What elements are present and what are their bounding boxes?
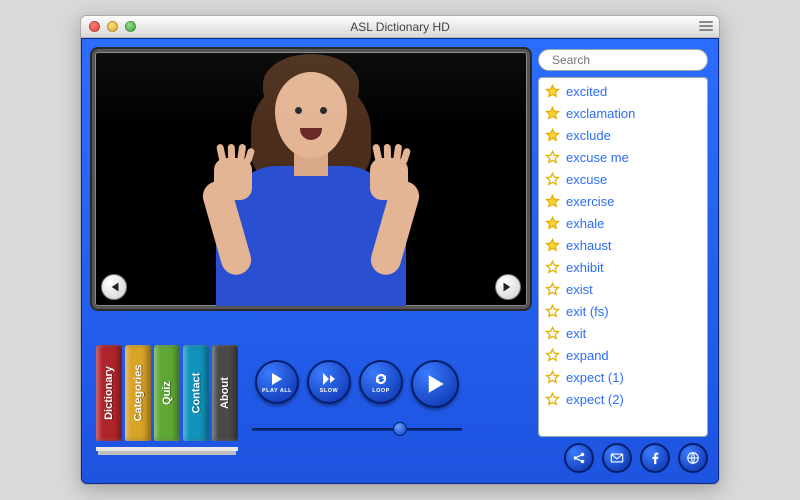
nav-book-quiz[interactable]: Quiz bbox=[154, 345, 180, 441]
favorite-star-icon[interactable] bbox=[545, 150, 560, 165]
menu-icon[interactable] bbox=[699, 19, 713, 33]
word-item[interactable]: exclamation bbox=[539, 102, 707, 124]
playback-controls: PLAY ALL SLOW LOOP bbox=[252, 360, 462, 436]
word-list[interactable]: excited exclamation exclude excuse me excuse… bbox=[538, 77, 708, 437]
word-label: exercise bbox=[566, 194, 614, 209]
favorite-star-icon[interactable] bbox=[545, 348, 560, 363]
nav-book-label: Quiz bbox=[161, 381, 173, 405]
bookshelf-nav: Dictionary Categories Quiz Contact About bbox=[96, 345, 238, 451]
window-title: ASL Dictionary HD bbox=[81, 20, 719, 34]
web-button[interactable] bbox=[678, 443, 708, 473]
favorite-star-icon[interactable] bbox=[545, 370, 560, 385]
favorite-star-icon[interactable] bbox=[545, 216, 560, 231]
loop-label: LOOP bbox=[372, 388, 390, 394]
sidebar: excited exclamation exclude excuse me excuse… bbox=[538, 49, 708, 473]
word-item[interactable]: excuse bbox=[539, 168, 707, 190]
word-item[interactable]: exhale bbox=[539, 212, 707, 234]
favorite-star-icon[interactable] bbox=[545, 304, 560, 319]
word-item[interactable]: excuse me bbox=[539, 146, 707, 168]
loop-button[interactable]: LOOP bbox=[359, 360, 403, 404]
favorite-star-icon[interactable] bbox=[545, 84, 560, 99]
word-label: exist bbox=[566, 282, 593, 297]
video-content bbox=[186, 76, 436, 306]
play-all-button[interactable]: PLAY ALL bbox=[255, 360, 299, 404]
favorite-star-icon[interactable] bbox=[545, 238, 560, 253]
search-input[interactable] bbox=[552, 53, 707, 67]
word-item[interactable]: exclude bbox=[539, 124, 707, 146]
favorite-star-icon[interactable] bbox=[545, 282, 560, 297]
video-player[interactable] bbox=[92, 49, 530, 309]
left-column: Dictionary Categories Quiz Contact About PLA… bbox=[92, 49, 530, 473]
favorite-star-icon[interactable] bbox=[545, 392, 560, 407]
favorite-star-icon[interactable] bbox=[545, 172, 560, 187]
favorite-star-icon[interactable] bbox=[545, 194, 560, 209]
word-label: exclude bbox=[566, 128, 611, 143]
email-button[interactable] bbox=[602, 443, 632, 473]
word-item[interactable]: exit bbox=[539, 322, 707, 344]
social-buttons bbox=[538, 443, 708, 473]
play-all-label: PLAY ALL bbox=[262, 388, 292, 394]
app-body: Dictionary Categories Quiz Contact About PLA… bbox=[81, 38, 719, 484]
favorite-star-icon[interactable] bbox=[545, 326, 560, 341]
prev-video-button[interactable] bbox=[101, 274, 127, 300]
titlebar: ASL Dictionary HD bbox=[81, 16, 719, 38]
favorite-star-icon[interactable] bbox=[545, 106, 560, 121]
word-label: excuse bbox=[566, 172, 607, 187]
word-label: exhaust bbox=[566, 238, 612, 253]
slow-button[interactable]: SLOW bbox=[307, 360, 351, 404]
search-field[interactable] bbox=[538, 49, 708, 71]
word-label: expect (2) bbox=[566, 392, 624, 407]
progress-slider[interactable] bbox=[252, 422, 462, 436]
share-button[interactable] bbox=[564, 443, 594, 473]
word-label: exclamation bbox=[566, 106, 635, 121]
word-label: exhibit bbox=[566, 260, 604, 275]
nav-book-label: About bbox=[219, 377, 231, 409]
word-item[interactable]: exhibit bbox=[539, 256, 707, 278]
favorite-star-icon[interactable] bbox=[545, 260, 560, 275]
word-item[interactable]: exit (fs) bbox=[539, 300, 707, 322]
word-item[interactable]: exist bbox=[539, 278, 707, 300]
word-label: excited bbox=[566, 84, 607, 99]
word-label: excuse me bbox=[566, 150, 629, 165]
nav-book-categories[interactable]: Categories bbox=[125, 345, 151, 441]
word-item[interactable]: expect (2) bbox=[539, 388, 707, 410]
favorite-star-icon[interactable] bbox=[545, 128, 560, 143]
word-item[interactable]: expect (1) bbox=[539, 366, 707, 388]
word-label: exit (fs) bbox=[566, 304, 609, 319]
word-label: exhale bbox=[566, 216, 604, 231]
play-button[interactable] bbox=[411, 360, 459, 408]
word-item[interactable]: exhaust bbox=[539, 234, 707, 256]
word-label: expect (1) bbox=[566, 370, 624, 385]
nav-book-label: Categories bbox=[132, 365, 144, 422]
slow-label: SLOW bbox=[320, 388, 339, 394]
next-video-button[interactable] bbox=[495, 274, 521, 300]
word-item[interactable]: expand bbox=[539, 344, 707, 366]
nav-book-about[interactable]: About bbox=[212, 345, 238, 441]
word-label: expand bbox=[566, 348, 609, 363]
word-item[interactable]: exercise bbox=[539, 190, 707, 212]
nav-book-contact[interactable]: Contact bbox=[183, 345, 209, 441]
word-item[interactable]: excited bbox=[539, 80, 707, 102]
facebook-button[interactable] bbox=[640, 443, 670, 473]
nav-book-dictionary[interactable]: Dictionary bbox=[96, 345, 122, 441]
app-window: ASL Dictionary HD bbox=[80, 15, 720, 485]
bottom-controls: Dictionary Categories Quiz Contact About PLA… bbox=[92, 323, 530, 473]
nav-book-label: Contact bbox=[190, 373, 202, 414]
word-label: exit bbox=[566, 326, 586, 341]
nav-book-label: Dictionary bbox=[103, 366, 115, 420]
